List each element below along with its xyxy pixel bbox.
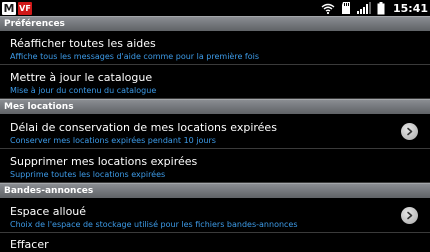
vf-notification-icon: VF <box>18 1 32 15</box>
setting-item-delete-expired[interactable]: Supprimer mes locations expirées Supprim… <box>0 149 430 183</box>
setting-item-allocated-space[interactable]: Espace alloué Choix de l'espace de stock… <box>0 199 430 233</box>
item-title: Espace alloué <box>10 205 87 218</box>
item-subtitle: Conserver mes locations expirées pendant… <box>10 136 216 145</box>
item-title: Réafficher toutes les aides <box>10 37 156 50</box>
setting-item-expired-retention[interactable]: Délai de conservation de mes locations e… <box>0 115 430 149</box>
setting-item-clear-trailers[interactable]: Effacer <box>0 233 430 252</box>
sd-card-icon <box>341 2 351 14</box>
setting-item-show-all-help[interactable]: Réafficher toutes les aides Affiche tous… <box>0 32 430 65</box>
status-bar: M VF 15:41 <box>0 0 430 16</box>
wifi-icon <box>321 3 335 14</box>
chevron-right-icon[interactable] <box>401 207 418 224</box>
item-title: Délai de conservation de mes locations e… <box>10 121 277 134</box>
section-header-trailers: Bandes-annonces <box>0 183 430 198</box>
signal-icon <box>356 2 371 14</box>
item-title: Mettre à jour le catalogue <box>10 71 153 84</box>
item-title: Effacer <box>10 238 49 251</box>
chevron-right-icon[interactable] <box>401 123 418 140</box>
battery-icon <box>377 1 385 15</box>
item-subtitle: Affiche tous les messages d'aide comme p… <box>10 52 260 61</box>
notification-area: M VF <box>0 1 32 15</box>
item-subtitle: Supprime toutes les locations expirées <box>10 170 166 179</box>
section-header-preferences: Préférences <box>0 16 430 31</box>
setting-item-update-catalog[interactable]: Mettre à jour le catalogue Mise à jour d… <box>0 65 430 99</box>
item-subtitle: Choix de l'espace de stockage utilisé po… <box>10 220 298 229</box>
status-clock: 15:41 <box>392 1 428 15</box>
item-subtitle: Mise à jour du contenu du catalogue <box>10 86 157 95</box>
system-icons: 15:41 <box>321 0 428 16</box>
m-notification-icon: M <box>2 1 16 15</box>
item-title: Supprimer mes locations expirées <box>10 155 198 168</box>
section-header-rentals: Mes locations <box>0 99 430 114</box>
